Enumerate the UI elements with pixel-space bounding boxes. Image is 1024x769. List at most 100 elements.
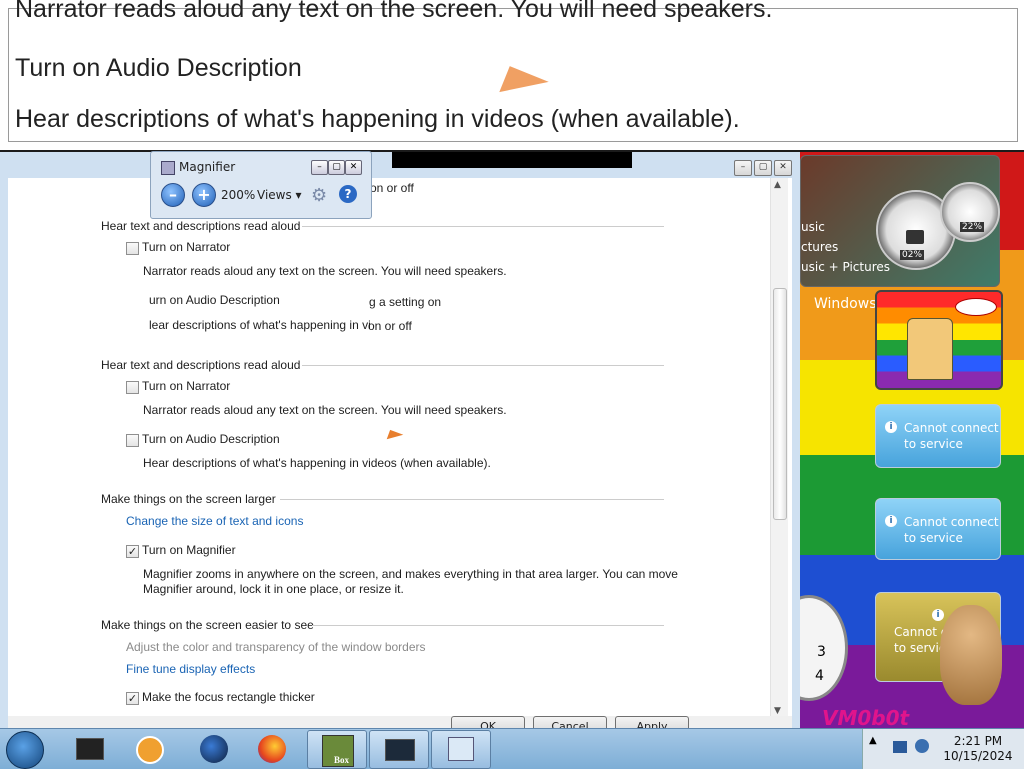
gear-icon[interactable]: ⚙ xyxy=(311,185,327,206)
magnifier-checkbox[interactable]: ✓ xyxy=(126,545,139,558)
magnifier-icon xyxy=(448,737,474,761)
slideshow-gadget[interactable] xyxy=(875,290,1003,390)
audio-description-label[interactable]: Turn on Audio Description xyxy=(142,432,280,446)
views-dropdown[interactable]: Views ▾ xyxy=(257,188,302,202)
service-error-text: Cannot connect xyxy=(904,421,999,435)
fine-tune-display-link[interactable]: Fine tune display effects xyxy=(126,662,255,676)
speech-bubble xyxy=(955,298,997,316)
change-text-size-link[interactable]: Change the size of text and icons xyxy=(126,514,303,528)
info-icon: i xyxy=(885,421,897,433)
memory-meter-gadget[interactable]: 22% xyxy=(940,182,1000,242)
cpu-needle-hub xyxy=(906,230,924,244)
magnifier-icon xyxy=(161,161,175,175)
zoom-in-button[interactable]: + xyxy=(192,183,216,207)
clock-numeral: 3 xyxy=(817,644,826,660)
taskbar-app-media-player[interactable] xyxy=(120,730,178,767)
taskbar-app-globe[interactable] xyxy=(184,730,242,767)
section-header: Hear text and descriptions read aloud xyxy=(101,358,301,372)
service-error-text: to service xyxy=(904,531,963,545)
maximize-button[interactable]: ▢ xyxy=(328,160,345,175)
system-tray: ▲ 2:21 PM 10/15/2024 xyxy=(862,729,1024,769)
audio-description-desc: lear descriptions of what's happening in… xyxy=(149,318,371,332)
service-error-text: to service xyxy=(904,437,963,451)
action-center-icon[interactable] xyxy=(915,739,929,753)
clock-numeral: 4 xyxy=(815,668,824,684)
info-icon: i xyxy=(932,609,944,621)
maximize-button[interactable]: ▢ xyxy=(754,160,772,176)
taskbar-app-firefox[interactable] xyxy=(244,730,302,767)
show-hidden-icons-icon[interactable]: ▲ xyxy=(869,735,877,746)
media-item-music[interactable]: usic xyxy=(801,220,825,234)
minimize-button[interactable]: – xyxy=(311,160,328,175)
display-icon xyxy=(385,739,415,761)
scroll-down-arrow[interactable]: ▼ xyxy=(774,706,781,716)
ghost-text: g a setting on xyxy=(369,295,442,309)
overlap-text: on or off xyxy=(370,181,414,195)
narrator-checkbox[interactable] xyxy=(126,381,139,394)
close-button[interactable]: ✕ xyxy=(774,160,792,176)
scroll-up-arrow[interactable]: ▲ xyxy=(774,180,781,190)
magnifier-description: Magnifier around, lock it in one place, … xyxy=(143,582,404,596)
bottom-logo: VM0b0t xyxy=(822,706,910,730)
audio-description-checkbox[interactable] xyxy=(126,434,139,447)
media-player-icon xyxy=(136,736,164,764)
desktop-background: usic ctures usic + Pictures 02% 22% Wind… xyxy=(800,150,1024,730)
taskbar-app-magnifier[interactable] xyxy=(431,730,491,769)
media-item-pictures[interactable]: ctures xyxy=(801,240,838,254)
mouse-cursor-icon xyxy=(386,429,404,445)
clock-date: 10/15/2024 xyxy=(943,749,1013,763)
cartoon-character xyxy=(907,318,953,380)
zoom-level: 200% xyxy=(221,188,256,202)
box-label: Box xyxy=(334,755,350,765)
zoom-out-button[interactable]: – xyxy=(161,183,185,207)
close-button[interactable]: ✕ xyxy=(345,160,362,175)
globe-icon xyxy=(200,735,228,763)
taskbar-app-terminal[interactable] xyxy=(60,730,118,767)
magnified-text: Hear descriptions of what's happening in… xyxy=(15,105,740,133)
vertical-scrollbar[interactable]: ▲ ▼ xyxy=(770,178,788,718)
taskbar: Box ▲ 2:21 PM 10/15/2024 xyxy=(0,728,1024,769)
terminal-icon xyxy=(76,738,104,760)
taskbar-app-box[interactable]: Box xyxy=(307,730,367,769)
ease-of-access-window: – ▢ ✕ on or off Hear text and descriptio… xyxy=(0,150,800,730)
focus-rectangle-label[interactable]: Make the focus rectangle thicker xyxy=(142,690,315,704)
service-error-text: Cannot connect xyxy=(904,515,999,529)
magnified-cursor-icon xyxy=(499,66,549,108)
service-gadget-2[interactable]: i Cannot connect to service xyxy=(875,498,1001,560)
scroll-thumb[interactable] xyxy=(773,288,787,520)
section-header: Make things on the screen easier to see xyxy=(101,618,314,632)
narrator-label[interactable]: Turn on Narrator xyxy=(142,240,230,254)
hamster-image xyxy=(940,605,1002,705)
memory-percent: 22% xyxy=(960,222,985,232)
section-divider xyxy=(312,625,664,626)
section-header: Hear text and descriptions read aloud xyxy=(101,219,301,233)
minimize-button[interactable]: – xyxy=(734,160,752,176)
network-icon[interactable] xyxy=(893,741,907,753)
window-borders-link[interactable]: Adjust the color and transparency of the… xyxy=(126,640,426,654)
narrator-description: Narrator reads aloud any text on the scr… xyxy=(143,264,507,278)
magnifier-description: Magnifier zooms in anywhere on the scree… xyxy=(143,567,678,581)
help-icon[interactable]: ? xyxy=(339,185,357,203)
taskbar-app-display[interactable] xyxy=(369,730,429,769)
cpu-percent: 02% xyxy=(900,250,925,260)
info-icon: i xyxy=(885,515,897,527)
magnifier-label[interactable]: Turn on Magnifier xyxy=(142,543,236,557)
audio-description-label[interactable]: urn on Audio Description xyxy=(149,293,280,307)
ghost-text: on or off xyxy=(368,319,412,333)
narrator-checkbox[interactable] xyxy=(126,242,139,255)
clock-time: 2:21 PM xyxy=(953,734,1003,748)
windows-label: Windows xyxy=(814,296,877,312)
narrator-description: Narrator reads aloud any text on the scr… xyxy=(143,403,507,417)
service-error-text: Cannot c xyxy=(894,625,948,639)
lens-shadow xyxy=(392,150,632,168)
narrator-label[interactable]: Turn on Narrator xyxy=(142,379,230,393)
service-gadget-1[interactable]: i Cannot connect to service xyxy=(875,404,1001,468)
window-controls: – ▢ ✕ xyxy=(734,160,792,176)
focus-rectangle-checkbox[interactable]: ✓ xyxy=(126,692,139,705)
audio-description-desc: Hear descriptions of what's happening in… xyxy=(143,456,491,470)
media-item-music-pictures[interactable]: usic + Pictures xyxy=(801,260,890,274)
clock[interactable]: 2:21 PM 10/15/2024 xyxy=(943,734,1013,764)
magnifier-toolbar[interactable]: Magnifier – ▢ ✕ – + 200% Views ▾ ⚙ ? xyxy=(150,151,372,219)
start-button[interactable] xyxy=(6,731,44,769)
magnifier-lens: Narrator reads aloud any text on the scr… xyxy=(0,0,1024,152)
